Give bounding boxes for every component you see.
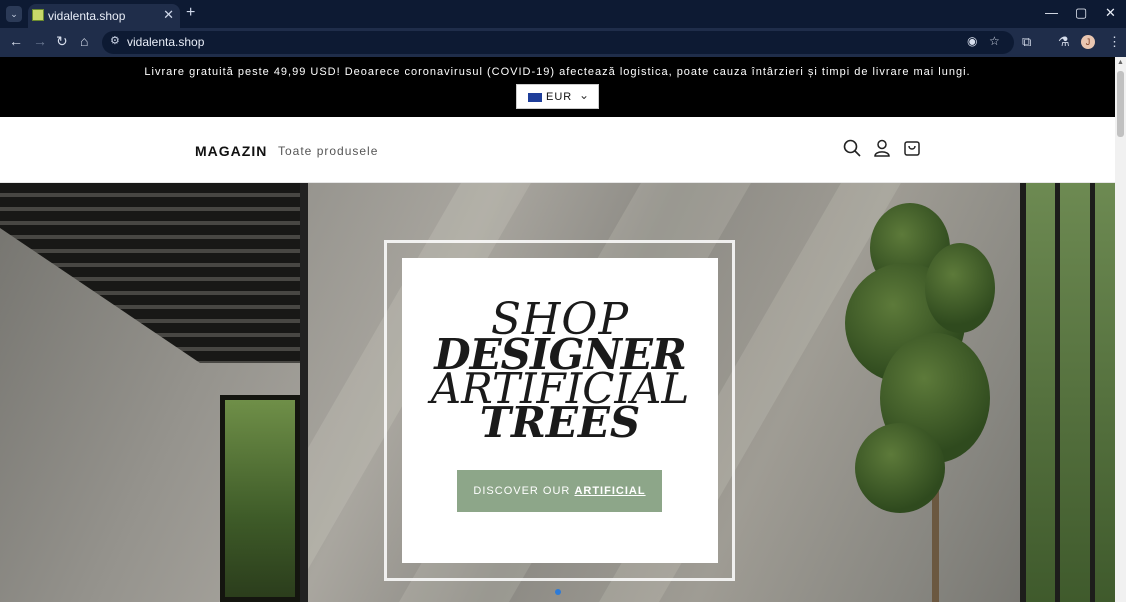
url-text[interactable]: vidalenta.shop xyxy=(127,35,204,49)
nav-all-products[interactable]: Toate produsele xyxy=(278,144,378,158)
eu-flag-icon xyxy=(528,93,542,102)
doorway-image xyxy=(220,395,300,602)
discover-trees-button[interactable]: DISCOVER OUR ARTIFICIAL TREES xyxy=(457,470,662,539)
restore-icon[interactable]: ▢ xyxy=(1075,5,1087,21)
slide-indicator-dot[interactable] xyxy=(555,589,561,595)
tab-close-icon[interactable]: ✕ xyxy=(163,7,174,23)
back-icon[interactable]: ← xyxy=(9,33,23,49)
site-info-icon[interactable]: ⚙ xyxy=(110,34,120,47)
menu-kebab-icon[interactable]: ⋮ xyxy=(1108,34,1121,50)
profile-avatar[interactable]: J xyxy=(1081,35,1095,49)
promo-line-trees: TREES xyxy=(479,398,641,447)
cart-icon[interactable] xyxy=(903,139,921,157)
stair-post xyxy=(300,183,308,602)
currency-selector[interactable]: EUR ⌄ xyxy=(516,84,599,109)
minimize-icon[interactable]: — xyxy=(1045,5,1058,20)
site-logo[interactable]: MAGAZIN xyxy=(195,143,267,159)
page-scrollbar[interactable]: ▲ xyxy=(1115,57,1126,602)
labs-icon[interactable]: ⚗ xyxy=(1058,34,1070,50)
address-bar[interactable]: ⚙ vidalenta.shop ◉ ☆ xyxy=(102,31,1014,54)
cta-prefix: DISCOVER OUR xyxy=(473,485,571,497)
tab-strip: ⌄ vidalenta.shop ✕ + — ▢ ✕ xyxy=(0,0,1126,28)
currency-label: EUR xyxy=(546,91,573,103)
search-icon[interactable] xyxy=(843,139,861,157)
browser-tab[interactable]: vidalenta.shop ✕ xyxy=(28,4,180,28)
bookmark-star-icon[interactable]: ☆ xyxy=(989,34,1000,48)
new-tab-icon[interactable]: + xyxy=(186,4,195,22)
announcement-text: Livrare gratuită peste 49,99 USD! Deoare… xyxy=(144,66,971,78)
eye-off-icon[interactable]: ◉ xyxy=(967,34,977,48)
forward-icon[interactable]: → xyxy=(33,33,47,49)
scroll-up-icon[interactable]: ▲ xyxy=(1117,59,1124,66)
reload-icon[interactable]: ↻ xyxy=(56,33,68,50)
favicon-icon xyxy=(32,9,44,21)
account-icon[interactable] xyxy=(873,139,891,157)
announcement-bar: Livrare gratuită peste 49,99 USD! Deoare… xyxy=(0,57,1115,117)
tab-title: vidalenta.shop xyxy=(48,9,126,23)
home-icon[interactable]: ⌂ xyxy=(80,33,88,49)
site-header: MAGAZIN Toate produsele xyxy=(0,117,1115,183)
extensions-icon[interactable]: ⧉ xyxy=(1022,34,1031,50)
tab-search-chevron-icon[interactable]: ⌄ xyxy=(6,6,22,22)
chevron-down-icon: ⌄ xyxy=(579,88,590,102)
browser-toolbar: ← → ↻ ⌂ ⚙ vidalenta.shop ◉ ☆ ⧉ ⚗ J ⋮ xyxy=(0,28,1126,57)
hero-banner: SHOP DESIGNER ARTIFICIAL TREES DISCOVER … xyxy=(0,183,1115,602)
promo-card: SHOP DESIGNER ARTIFICIAL TREES DISCOVER … xyxy=(402,258,718,563)
window-image xyxy=(1020,183,1115,602)
scroll-thumb[interactable] xyxy=(1117,71,1124,137)
close-window-icon[interactable]: ✕ xyxy=(1105,5,1116,21)
